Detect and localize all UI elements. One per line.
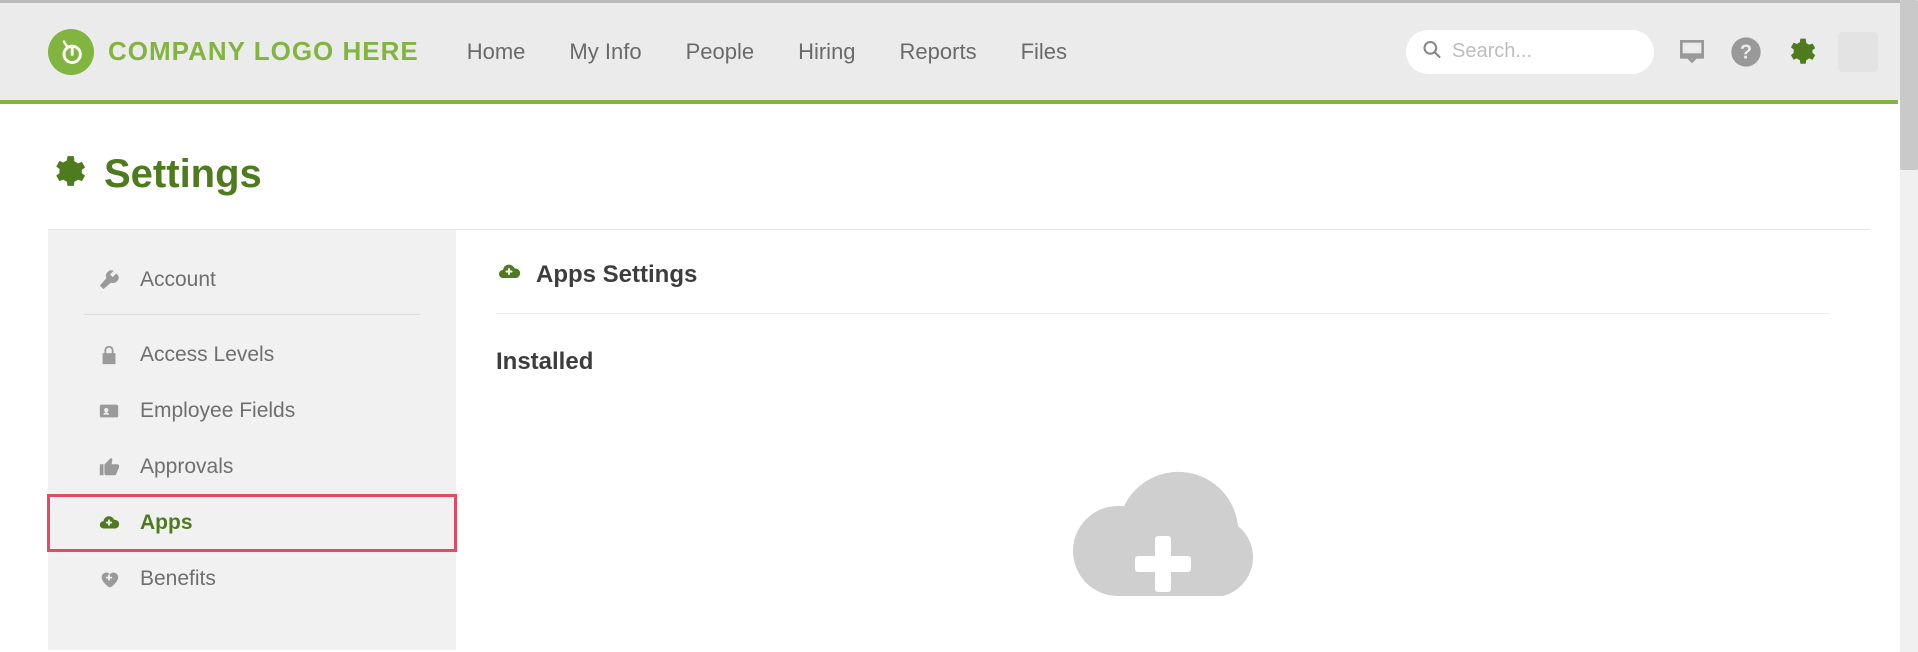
section-installed: Installed: [496, 348, 1830, 376]
logo[interactable]: COMPANY LOGO HERE: [48, 29, 419, 75]
nav-reports[interactable]: Reports: [900, 39, 977, 65]
nav-my-info[interactable]: My Info: [569, 39, 641, 65]
page-title: Settings: [104, 152, 262, 197]
scrollbar[interactable]: [1900, 0, 1918, 652]
nav-hiring[interactable]: Hiring: [798, 39, 855, 65]
sidebar-item-account[interactable]: Account: [48, 252, 456, 308]
topbar-right: ?: [1406, 30, 1878, 74]
sidebar-item-apps[interactable]: Apps: [48, 495, 456, 551]
sidebar-item-label: Approvals: [140, 455, 233, 479]
topbar: COMPANY LOGO HERE Home My Info People Hi…: [0, 0, 1918, 100]
id-card-icon: [96, 400, 122, 422]
nav-people[interactable]: People: [686, 39, 755, 65]
main-panel: Apps Settings Installed: [456, 230, 1870, 650]
sidebar-item-benefits[interactable]: Benefits: [48, 551, 456, 607]
main-title: Apps Settings: [536, 261, 697, 289]
wrench-icon: [96, 269, 122, 291]
sidebar-item-employee-fields[interactable]: Employee Fields: [48, 383, 456, 439]
help-icon[interactable]: ?: [1730, 36, 1762, 68]
search-icon: [1422, 39, 1442, 64]
gear-icon[interactable]: [1784, 36, 1816, 68]
divider: [84, 314, 420, 315]
sidebar-item-label: Benefits: [140, 567, 216, 591]
page: Settings Account Access Levels: [0, 104, 1918, 650]
settings-sidebar: Account Access Levels Employee Fields: [48, 230, 456, 650]
page-title-row: Settings: [48, 152, 1870, 197]
sidebar-item-label: Account: [140, 268, 216, 292]
add-app-button[interactable]: [1063, 466, 1263, 616]
sidebar-item-label: Employee Fields: [140, 399, 295, 423]
sidebar-item-approvals[interactable]: Approvals: [48, 439, 456, 495]
main-nav: Home My Info People Hiring Reports Files: [467, 39, 1067, 65]
nav-files[interactable]: Files: [1021, 39, 1067, 65]
nav-home[interactable]: Home: [467, 39, 526, 65]
sidebar-item-label: Access Levels: [140, 343, 274, 367]
cloud-plus-icon: [496, 260, 522, 289]
search-input[interactable]: [1406, 30, 1654, 74]
svg-text:?: ?: [1740, 41, 1752, 63]
lock-icon: [96, 344, 122, 366]
inbox-icon[interactable]: [1676, 36, 1708, 68]
logo-text: COMPANY LOGO HERE: [108, 36, 419, 67]
logo-mark: [48, 29, 94, 75]
main-header: Apps Settings: [496, 260, 1830, 314]
heart-plus-icon: [96, 568, 122, 590]
cloud-plus-icon: [96, 512, 122, 534]
sidebar-item-label: Apps: [140, 511, 193, 535]
gear-icon: [48, 153, 86, 196]
content-area: Account Access Levels Employee Fields: [48, 229, 1870, 650]
scrollbar-thumb[interactable]: [1900, 0, 1918, 170]
sidebar-item-access-levels[interactable]: Access Levels: [48, 327, 456, 383]
search-wrap: [1406, 30, 1654, 74]
avatar[interactable]: [1838, 32, 1878, 72]
thumbs-up-icon: [96, 456, 122, 478]
